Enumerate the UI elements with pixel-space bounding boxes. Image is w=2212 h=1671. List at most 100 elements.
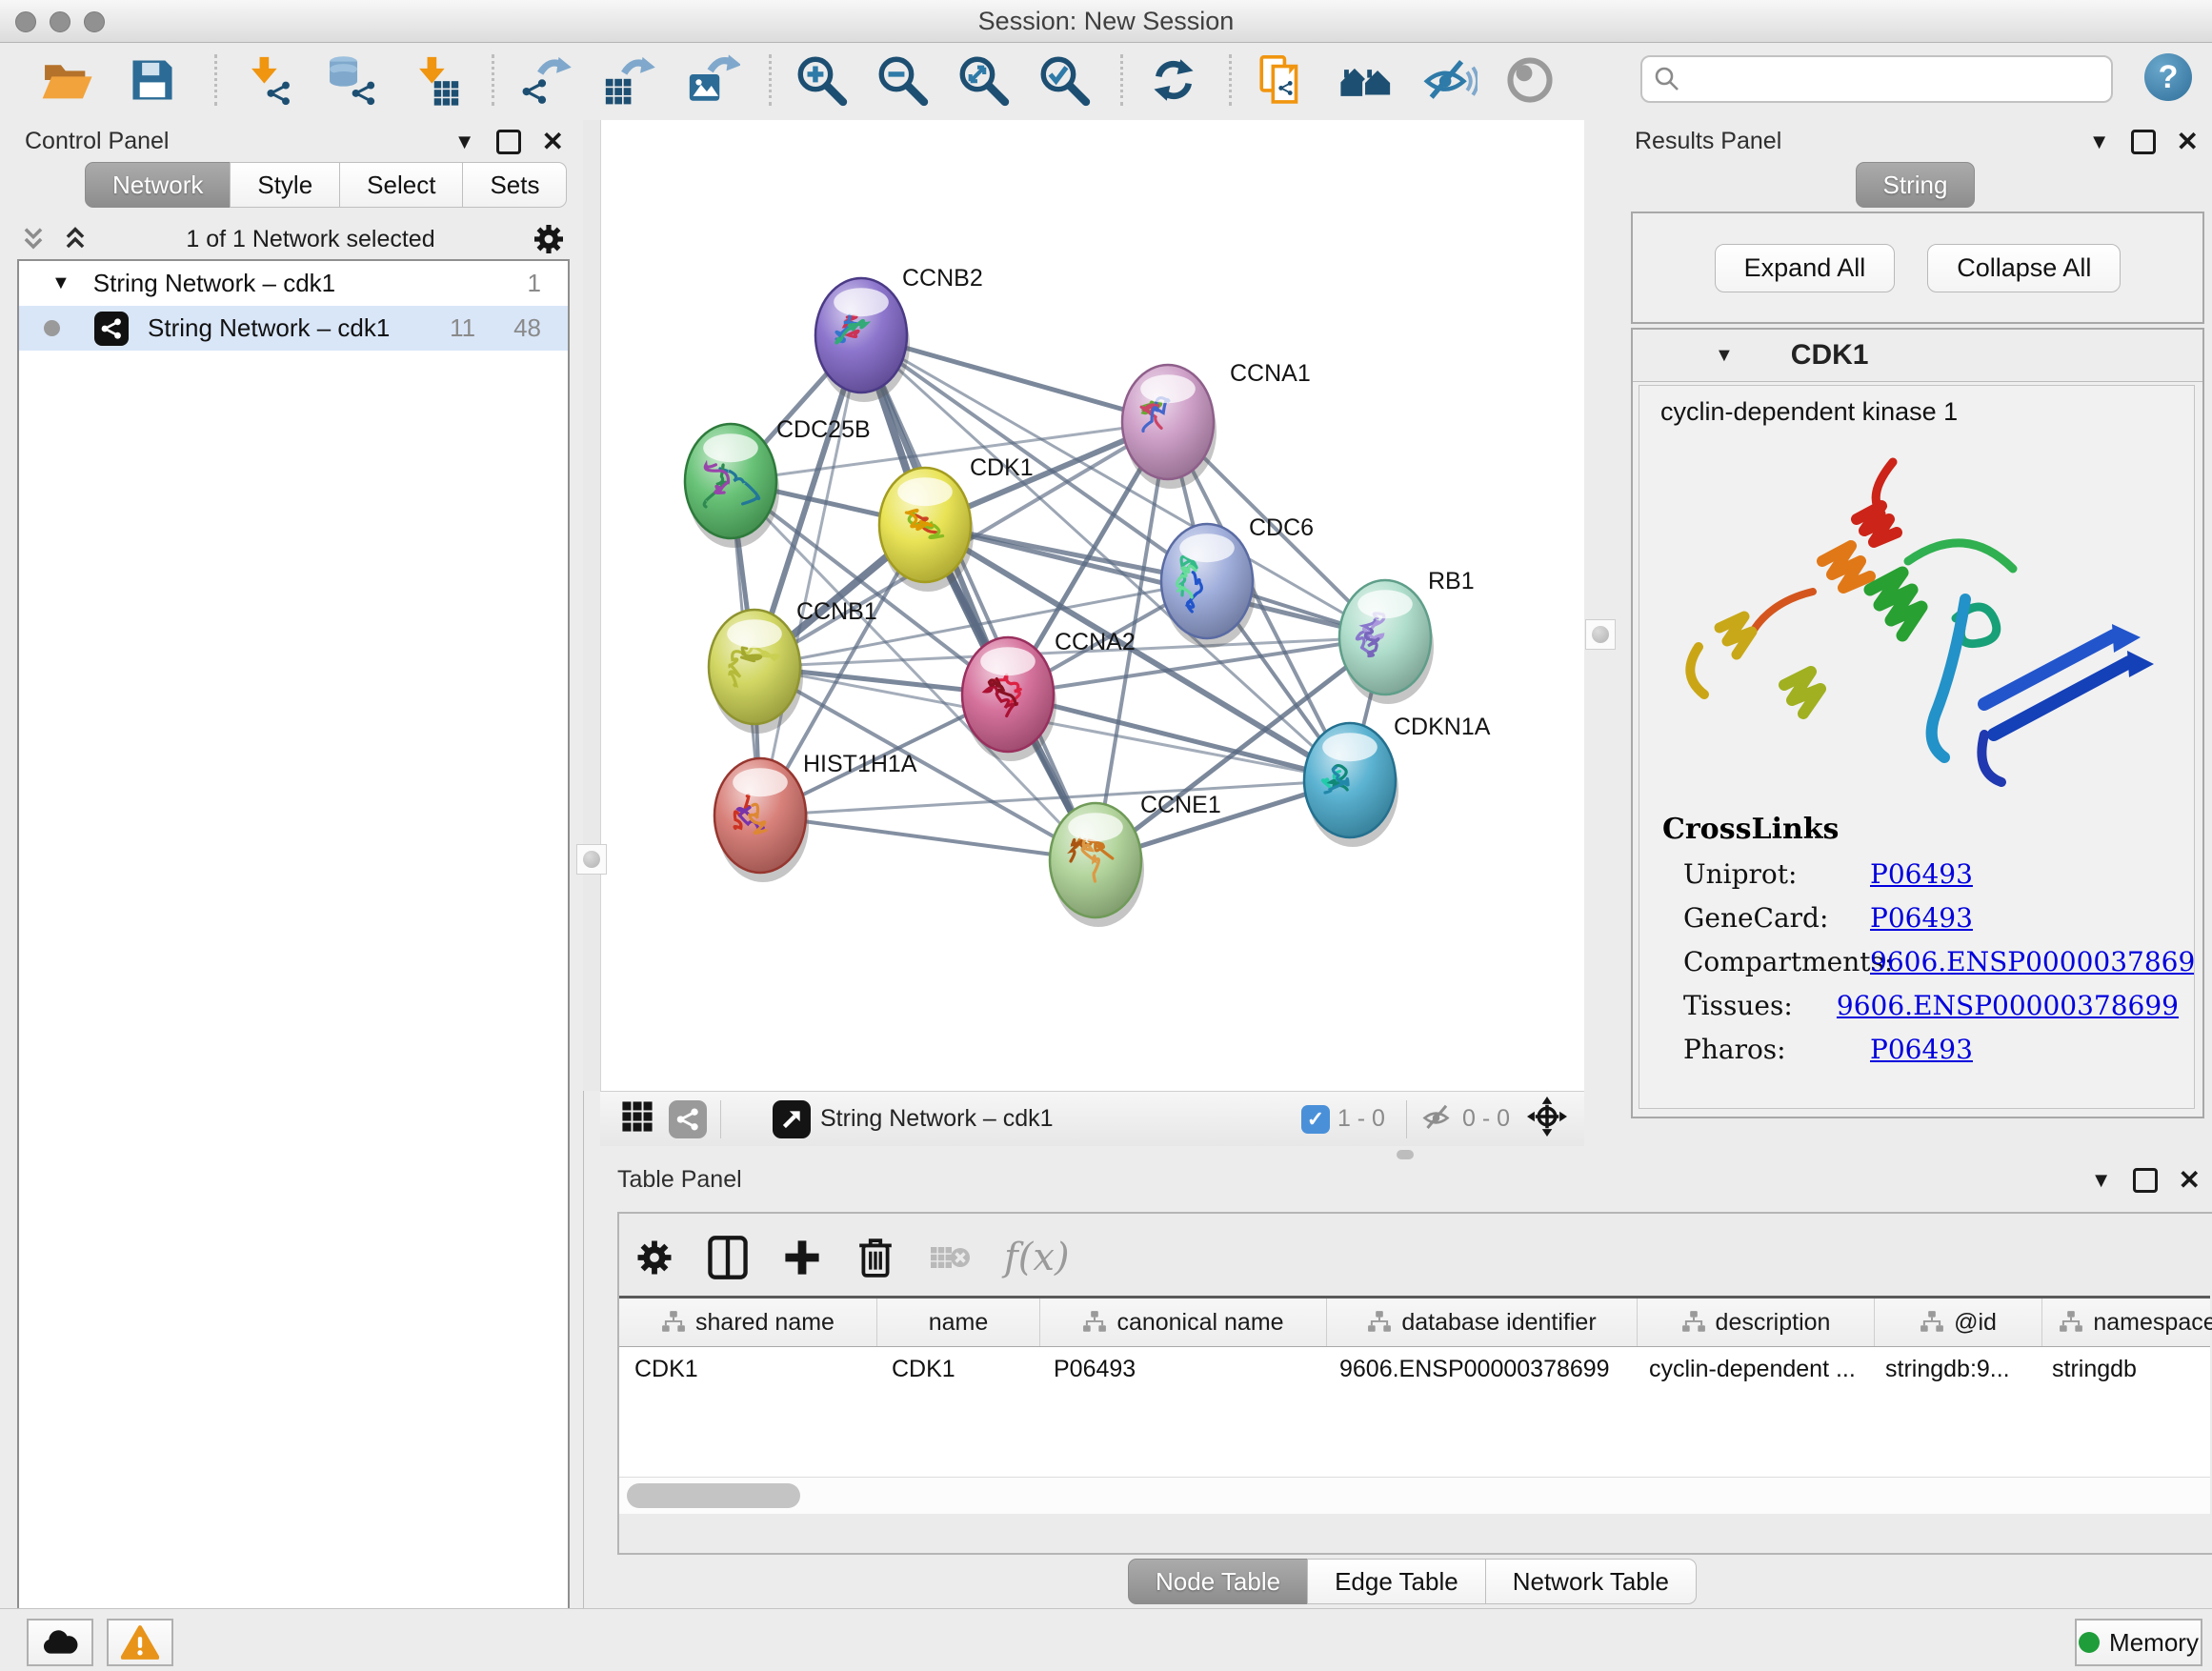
control-tab-network[interactable]: Network	[85, 162, 231, 208]
network-edge-CCNB2-CCNE1[interactable]	[861, 335, 1096, 860]
column-header-database-identifier[interactable]: database identifier	[1327, 1299, 1638, 1346]
panel-collapse-icon[interactable]: ▼	[2091, 1168, 2112, 1193]
selected-checkbox-icon[interactable]: ✓	[1301, 1105, 1330, 1134]
column-header-namespace[interactable]: namespace	[2042, 1299, 2212, 1346]
refresh-icon[interactable]	[1146, 52, 1201, 108]
import-network-file-icon[interactable]	[240, 52, 295, 108]
vertical-splitter-left[interactable]	[583, 120, 600, 1091]
panel-close-icon[interactable]: ✕	[2179, 1171, 2201, 1190]
import-network-database-icon[interactable]	[324, 52, 379, 108]
zoom-fit-icon[interactable]	[955, 52, 1011, 108]
table-cell: 9606.ENSP00000378699	[1324, 1347, 1634, 1391]
network-node-RB1[interactable]: RB1	[1339, 568, 1475, 704]
network-share-icon[interactable]	[669, 1100, 707, 1138]
node-section-header[interactable]: ▼ CDK1	[1633, 330, 2202, 382]
control-tab-select[interactable]: Select	[339, 162, 463, 208]
column-header-shared-name[interactable]: shared name	[619, 1299, 877, 1346]
table-row[interactable]: CDK1CDK1P064939606.ENSP00000378699cyclin…	[619, 1347, 2210, 1391]
column-header-description[interactable]: description	[1638, 1299, 1875, 1346]
open-in-new-window-icon[interactable]	[773, 1100, 811, 1138]
export-table-icon[interactable]	[601, 52, 656, 108]
search-icon	[1654, 66, 1680, 92]
network-collection-row[interactable]: ▼ String Network – cdk1 1	[19, 261, 568, 306]
open-session-icon[interactable]	[39, 52, 94, 108]
splitter-handle[interactable]	[1397, 1150, 1414, 1159]
network-column-icon	[1681, 1310, 1706, 1335]
export-network-icon[interactable]	[517, 52, 573, 108]
column-header-name[interactable]: name	[877, 1299, 1040, 1346]
crosslink-link[interactable]: P06493	[1870, 858, 1973, 890]
table-tab-node-table[interactable]: Node Table	[1128, 1559, 1308, 1604]
collapse-all-button[interactable]: Collapse All	[1927, 244, 2121, 292]
control-tab-style[interactable]: Style	[230, 162, 340, 208]
node-label-RB1: RB1	[1428, 568, 1475, 594]
collapse-all-chevron-icon[interactable]	[19, 225, 48, 253]
panel-close-icon[interactable]: ✕	[542, 132, 564, 151]
tab-string[interactable]: String	[1856, 162, 1976, 208]
network-node-CDK1[interactable]: CDK1	[879, 454, 1034, 592]
hide-selected-eye-slash-icon[interactable]	[1422, 52, 1478, 108]
crosslink-link[interactable]: P06493	[1870, 902, 1973, 934]
zoom-in-icon[interactable]	[794, 52, 849, 108]
import-table-file-icon[interactable]	[408, 52, 463, 108]
grid-view-icon[interactable]	[621, 1100, 654, 1137]
help-button[interactable]: ?	[2144, 53, 2192, 101]
save-session-icon[interactable]	[125, 52, 180, 108]
network-graph[interactable]: CCNB2CCNA1CDC25BCDK1CDC6RB1CCNB1CCNA2CDK…	[601, 120, 1585, 1091]
warning-button[interactable]	[107, 1619, 173, 1666]
panel-collapse-icon[interactable]: ▼	[2089, 130, 2110, 154]
vertical-splitter-right[interactable]	[1584, 120, 1621, 1146]
show-all-eye-icon[interactable]	[1502, 52, 1558, 108]
toolbar-search-field[interactable]	[1640, 55, 2113, 103]
column-header--id[interactable]: @id	[1875, 1299, 2042, 1346]
table-tab-edge-table[interactable]: Edge Table	[1307, 1559, 1486, 1604]
panel-close-icon[interactable]: ✕	[2177, 132, 2199, 151]
table-tab-network-table[interactable]: Network Table	[1485, 1559, 1697, 1604]
network-canvas[interactable]: CCNB2CCNA1CDC25BCDK1CDC6RB1CCNB1CCNA2CDK…	[600, 120, 1585, 1091]
network-node-CDKN1A[interactable]: CDKN1A	[1304, 714, 1491, 847]
home-networks-icon[interactable]	[1338, 52, 1394, 108]
network-node-CCNA2[interactable]: CCNA2	[962, 629, 1136, 761]
duplicate-network-icon[interactable]	[1255, 52, 1310, 108]
gear-icon[interactable]	[532, 222, 566, 256]
network-node-CCNB2[interactable]: CCNB2	[815, 265, 983, 402]
add-column-plus-icon[interactable]	[781, 1237, 823, 1278]
column-header-canonical-name[interactable]: canonical name	[1040, 1299, 1327, 1346]
crosslink-link[interactable]: 9606.ENSP00000378699	[1837, 990, 2179, 1021]
table-settings-gear-icon[interactable]	[634, 1238, 674, 1278]
expand-all-button[interactable]: Expand All	[1715, 244, 1896, 292]
show-columns-icon[interactable]	[707, 1235, 749, 1280]
export-image-icon[interactable]	[685, 52, 740, 108]
tree-caret-icon[interactable]: ▼	[51, 272, 70, 294]
horizontal-scrollbar[interactable]	[619, 1477, 2210, 1514]
crosslink-link[interactable]: 9606.ENSP00000378699	[1870, 946, 2195, 977]
zoom-out-icon[interactable]	[875, 52, 930, 108]
expand-all-chevron-icon[interactable]	[61, 225, 90, 253]
zoom-selected-icon[interactable]	[1036, 52, 1092, 108]
horizontal-splitter[interactable]	[600, 1146, 2212, 1160]
network-node-CCNB1[interactable]: CCNB1	[709, 598, 877, 734]
search-input[interactable]	[1690, 60, 2101, 98]
splitter-handle[interactable]	[1585, 619, 1616, 650]
table-panel-title: Table Panel	[617, 1166, 742, 1194]
panel-collapse-icon[interactable]: ▼	[454, 130, 475, 154]
control-tab-sets[interactable]: Sets	[462, 162, 567, 208]
panel-float-icon[interactable]	[2133, 1168, 2158, 1193]
network-node-HIST1H1A[interactable]: HIST1H1A	[714, 751, 917, 882]
network-edge-CCNB2-HIST1H1A[interactable]	[760, 335, 861, 815]
cloud-button[interactable]	[27, 1619, 93, 1666]
network-row-selected[interactable]: String Network – cdk1 11 48	[19, 306, 568, 351]
crosslink-link[interactable]: P06493	[1870, 1034, 1973, 1065]
delete-trash-icon[interactable]	[855, 1235, 895, 1280]
pan-crosshair-icon[interactable]	[1527, 1097, 1567, 1141]
scrollbar-thumb[interactable]	[627, 1483, 800, 1508]
memory-button[interactable]: Memory	[2075, 1619, 2202, 1666]
splitter-handle[interactable]	[576, 844, 607, 875]
network-edge-HIST1H1A-CCNE1[interactable]	[760, 815, 1096, 860]
panel-float-icon[interactable]	[2131, 130, 2156, 154]
section-node-name: CDK1	[1791, 339, 1869, 372]
network-node-CCNE1[interactable]: CCNE1	[1050, 792, 1221, 927]
section-caret-icon[interactable]: ▼	[1715, 345, 1734, 367]
panel-float-icon[interactable]	[496, 130, 521, 154]
network-node-CDC6[interactable]: CDC6	[1161, 514, 1314, 648]
